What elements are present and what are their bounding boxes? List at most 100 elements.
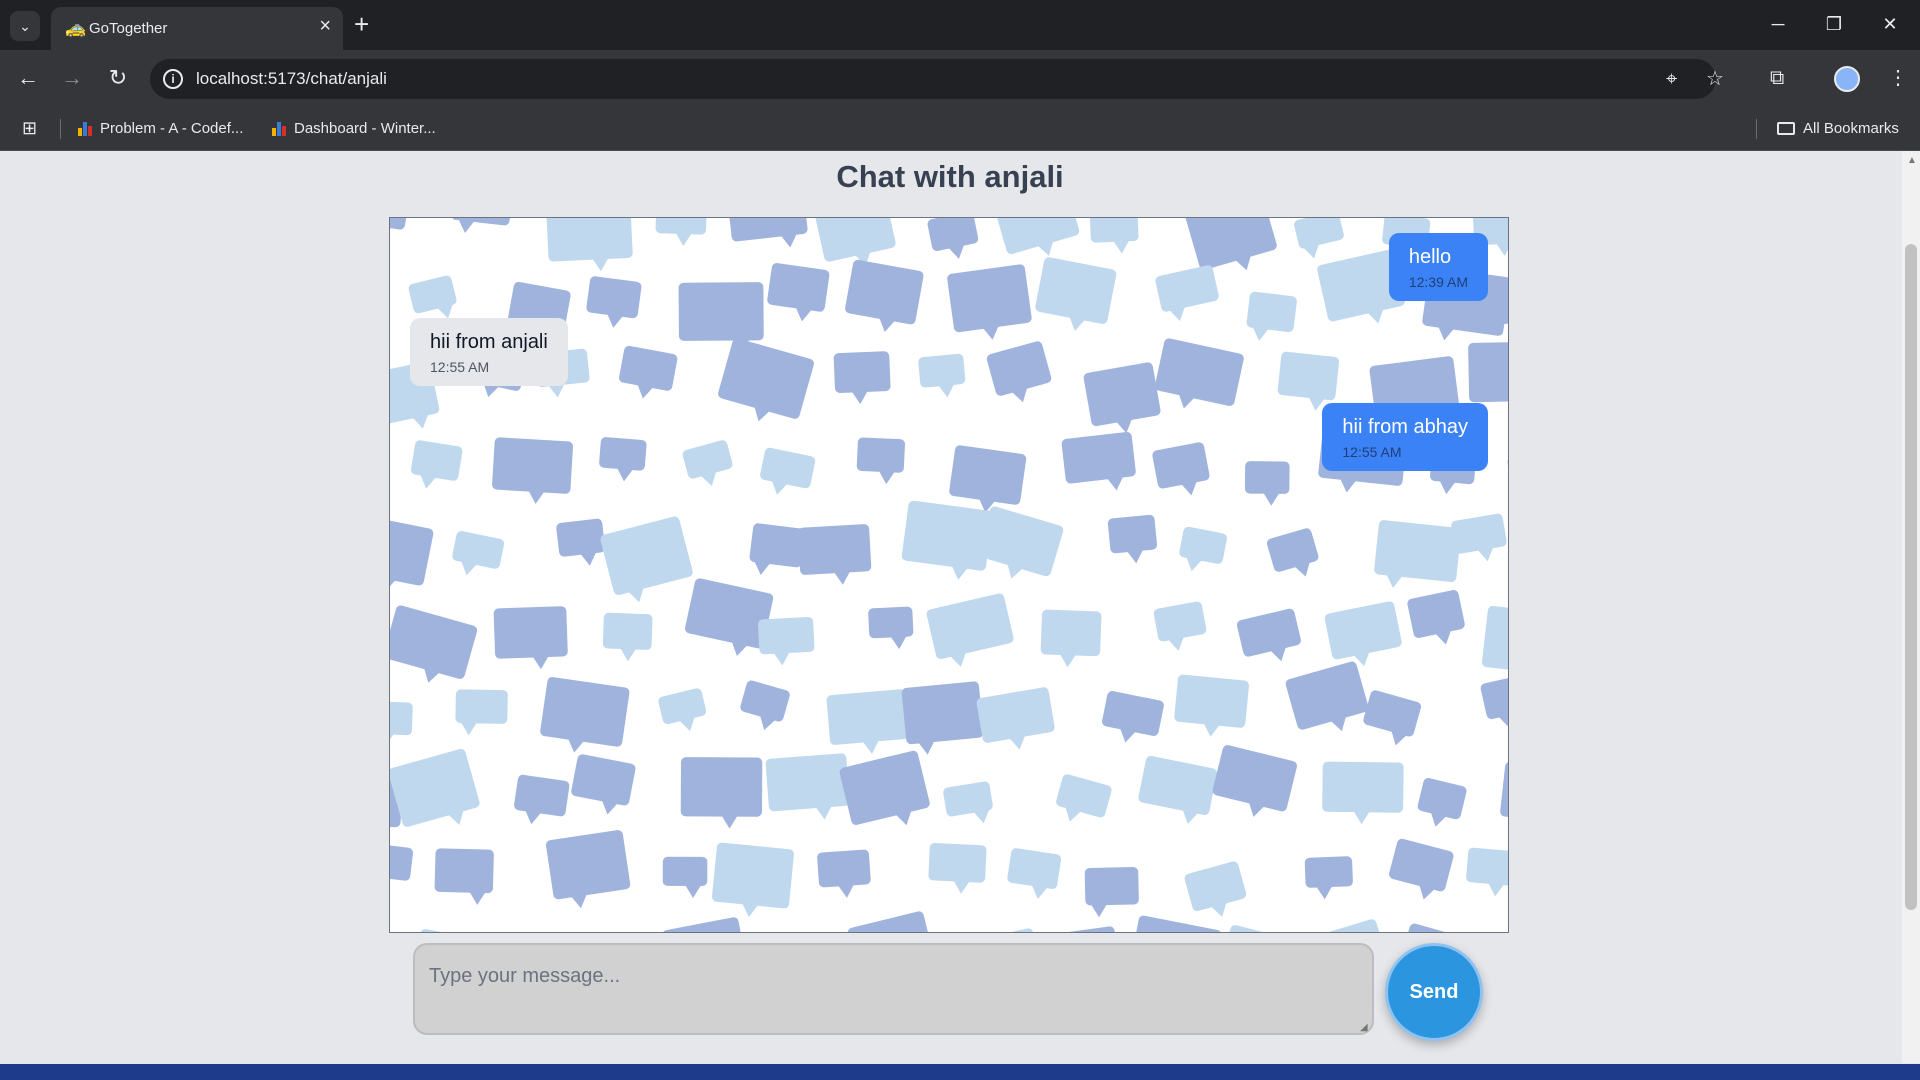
more-menu-icon[interactable]: ⋮ xyxy=(1888,63,1908,93)
all-bookmarks-button[interactable]: All Bookmarks xyxy=(1777,120,1899,137)
pattern-speech-bubble xyxy=(1154,338,1244,409)
pattern-speech-bubble xyxy=(845,259,924,332)
pattern-speech-bubble xyxy=(826,689,910,754)
tab-search-button[interactable]: ⌄ xyxy=(10,11,40,41)
pattern-speech-bubble xyxy=(1236,608,1301,662)
pattern-speech-bubble xyxy=(949,445,1027,513)
pattern-speech-bubble xyxy=(901,681,984,755)
message-time: 12:55 AM xyxy=(1342,444,1402,460)
site-info-icon[interactable]: i xyxy=(163,69,183,89)
pattern-speech-bubble xyxy=(452,531,505,576)
bookmark-item[interactable]: Dashboard - Winter... xyxy=(272,120,436,137)
pattern-speech-bubble xyxy=(943,781,993,824)
address-bar[interactable]: i localhost:5173/chat/anjali ⌖ ☆ xyxy=(150,59,1724,99)
minimize-icon[interactable]: ─ xyxy=(1758,10,1798,38)
pattern-speech-bubble xyxy=(1083,362,1161,434)
new-tab-button[interactable]: + xyxy=(354,9,369,39)
pattern-speech-bubble xyxy=(767,263,830,322)
browser-tab[interactable]: 🚕 GoTogether × xyxy=(51,7,343,50)
pattern-speech-bubble xyxy=(1324,601,1402,667)
page-scrollbar[interactable]: ▲ xyxy=(1902,151,1920,1063)
pattern-speech-bubble xyxy=(718,338,814,422)
pattern-speech-bubble xyxy=(451,218,513,234)
pattern-speech-bubble xyxy=(1089,218,1139,254)
pattern-speech-bubble xyxy=(604,931,670,932)
pattern-speech-bubble xyxy=(758,616,815,666)
pattern-speech-bubble xyxy=(1153,601,1207,651)
pattern-speech-bubble xyxy=(514,774,570,825)
profile-avatar[interactable] xyxy=(1834,66,1860,92)
pattern-speech-bubble xyxy=(797,524,872,585)
page-footer-strip xyxy=(0,1064,1920,1080)
window-close-icon[interactable]: ✕ xyxy=(1870,10,1910,38)
pattern-speech-bubble xyxy=(434,848,494,905)
pattern-speech-bubble xyxy=(390,605,478,683)
forward-arrow-icon[interactable]: → xyxy=(57,63,87,93)
browser-tab-bar: ⌄ 🚕 GoTogether × + ─ ❐ ✕ xyxy=(0,0,1920,50)
resize-handle-icon[interactable]: ◢ xyxy=(1360,1023,1368,1033)
pattern-speech-bubble xyxy=(1223,925,1279,932)
pattern-speech-bubble xyxy=(390,513,434,592)
apps-grid-icon[interactable]: ⊞ xyxy=(22,118,37,138)
extensions-icon[interactable]: ⧉ xyxy=(1770,63,1784,93)
star-icon[interactable]: ☆ xyxy=(1706,67,1724,91)
pattern-speech-bubble xyxy=(1399,923,1481,932)
pattern-speech-bubble xyxy=(390,700,413,747)
pattern-speech-bubble xyxy=(1129,915,1222,932)
pattern-speech-bubble xyxy=(411,440,463,489)
pattern-speech-bubble xyxy=(492,437,574,505)
close-icon[interactable]: × xyxy=(319,16,331,36)
pattern-speech-bubble xyxy=(749,523,806,575)
chevron-down-icon: ⌄ xyxy=(19,17,31,34)
pattern-speech-bubble xyxy=(390,218,409,239)
pattern-speech-bubble xyxy=(901,500,993,580)
browser-toolbar: ← → ↻ i localhost:5173/chat/anjali ⌖ ☆ ⧉… xyxy=(0,50,1920,108)
pattern-speech-bubble xyxy=(740,680,790,731)
pattern-speech-bubble xyxy=(540,677,630,753)
pattern-speech-bubble xyxy=(1246,291,1297,341)
pattern-speech-bubble xyxy=(1327,919,1385,932)
url-text[interactable]: localhost:5173/chat/anjali xyxy=(196,69,387,89)
pattern-speech-bubble xyxy=(727,218,808,248)
pattern-speech-bubble xyxy=(847,911,936,932)
pattern-speech-bubble xyxy=(839,750,930,826)
message-time: 12:39 AM xyxy=(1408,274,1468,290)
bookmark-label: Problem - A - Codef... xyxy=(100,120,244,137)
pattern-speech-bubble xyxy=(1466,847,1508,897)
folder-icon xyxy=(1777,122,1795,135)
chat-messages-panel[interactable]: hello 12:39 AM hii from anjali 12:55 AM … xyxy=(389,217,1509,933)
location-pin-icon[interactable]: ⌖ xyxy=(1666,67,1677,91)
pattern-speech-bubble xyxy=(817,849,871,898)
pattern-speech-bubble xyxy=(1212,745,1297,817)
back-arrow-icon[interactable]: ← xyxy=(13,63,43,93)
pattern-speech-bubble xyxy=(1102,691,1164,743)
pattern-speech-bubble xyxy=(1374,520,1462,589)
reload-icon[interactable]: ↻ xyxy=(103,63,133,93)
pattern-speech-bubble xyxy=(1138,755,1217,824)
pattern-speech-bubble xyxy=(586,276,642,328)
pattern-speech-bubble xyxy=(976,687,1055,750)
message-bubble-received: hii from anjali 12:55 AM xyxy=(410,318,568,386)
pattern-speech-bubble xyxy=(556,518,606,566)
pattern-speech-bubble xyxy=(390,843,414,881)
pattern-speech-bubble xyxy=(662,917,748,932)
bookmark-item[interactable]: Problem - A - Codef... xyxy=(78,120,243,137)
pattern-speech-bubble xyxy=(1035,257,1117,331)
pattern-speech-bubble xyxy=(411,929,493,932)
message-input[interactable] xyxy=(413,943,1374,1035)
chat-title: Chat with anjali xyxy=(836,159,1064,194)
restore-icon[interactable]: ❐ xyxy=(1814,10,1854,38)
scrollbar-thumb[interactable] xyxy=(1905,244,1917,910)
pattern-speech-bubble xyxy=(711,842,794,917)
all-bookmarks-label: All Bookmarks xyxy=(1803,120,1899,137)
scroll-up-arrow-icon[interactable]: ▲ xyxy=(1907,155,1917,166)
message-text: hii from abhay xyxy=(1342,416,1468,438)
message-bubble-sent: hello 12:39 AM xyxy=(1388,233,1488,301)
pattern-speech-bubble xyxy=(619,345,678,399)
pattern-speech-bubble xyxy=(1155,265,1219,322)
send-button[interactable]: Send xyxy=(1385,943,1483,1041)
message-bubble-sent: hii from abhay 12:55 AM xyxy=(1322,403,1488,471)
page-content: Chat with anjali hello 12:39 AM hii from… xyxy=(0,151,1920,1080)
message-text: hii from anjali xyxy=(430,331,548,353)
pattern-speech-bubble xyxy=(856,437,905,485)
